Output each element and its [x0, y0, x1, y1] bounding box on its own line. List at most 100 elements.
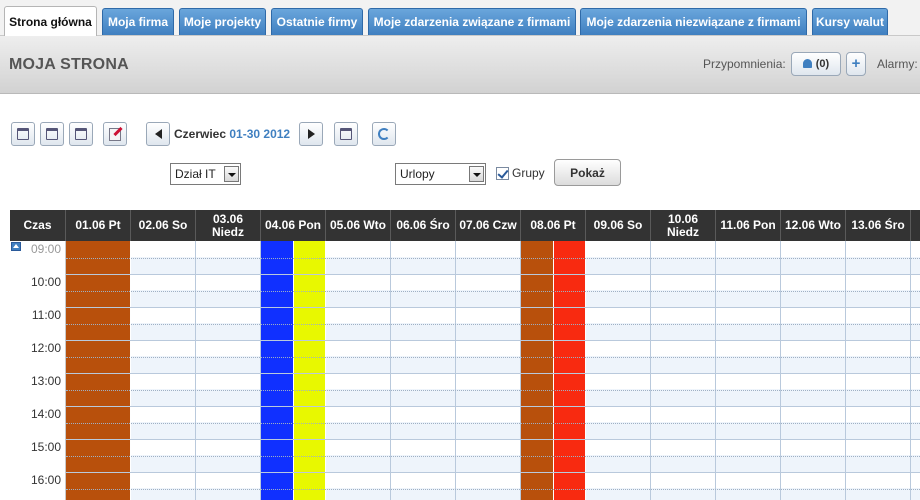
- hour-label: 12:00: [30, 341, 61, 355]
- time-gridline: [66, 439, 920, 440]
- calendar-grid: Czas 01.06 Pt 02.06 So 03.06 Niedz 04.06 Po…: [10, 210, 920, 500]
- calendar-event[interactable]: [293, 241, 326, 500]
- day-header[interactable]: 07.06 Czw: [456, 210, 521, 241]
- day-header[interactable]: 05.06 Wto: [326, 210, 391, 241]
- previous-period-button[interactable]: [146, 122, 170, 146]
- day-header[interactable]: 10.06 Niedz: [651, 210, 716, 241]
- show-button[interactable]: Pokaż: [554, 159, 621, 186]
- day-column[interactable]: [196, 241, 261, 500]
- day-header[interactable]: 11.06 Pon: [716, 210, 781, 241]
- calendar-icon: [340, 128, 352, 140]
- day-header[interactable]: 04.06 Pon: [261, 210, 326, 241]
- time-gridline: [66, 307, 920, 308]
- time-gridline: [66, 274, 920, 275]
- arrow-left-icon: [154, 129, 162, 139]
- tab-my-company[interactable]: Moja firma: [102, 8, 174, 35]
- reminders-count: (0): [815, 58, 830, 70]
- calendar-day-icon: [17, 128, 29, 140]
- time-gridline: [66, 373, 920, 374]
- page-header: MOJA STRONA Przypomnienia: (0) + Alarmy:: [0, 36, 920, 94]
- month-view-button[interactable]: [69, 122, 93, 146]
- category-select[interactable]: Urlopy: [395, 163, 486, 185]
- time-gridline: [66, 324, 920, 325]
- tab-recent-companies[interactable]: Ostatnie firmy: [271, 8, 363, 35]
- time-gridline: [66, 390, 920, 391]
- reminders-button[interactable]: (0): [791, 52, 841, 76]
- day-column[interactable]: [131, 241, 196, 500]
- calendar-event[interactable]: [66, 241, 131, 500]
- day-header[interactable]: 06.06 Śro: [391, 210, 456, 241]
- time-gridline: [66, 258, 920, 259]
- alarms-label: Alarmy:: [877, 57, 918, 71]
- month-name: Czerwiec: [174, 127, 227, 141]
- day-column[interactable]: [391, 241, 456, 500]
- hour-label: 10:00: [30, 275, 61, 289]
- department-select[interactable]: Dział IT: [170, 163, 241, 185]
- time-column: 09:00 10:00 11:00 12:00 13:00 14:00 15:00 16:00: [10, 241, 66, 500]
- tab-non-company-events[interactable]: Moje zdarzenia niezwiązane z firmami: [580, 8, 807, 35]
- day-column[interactable]: [911, 241, 920, 500]
- date-range: 01-30 2012: [229, 127, 291, 141]
- scroll-up-icon[interactable]: [11, 242, 21, 251]
- day-header[interactable]: 12.06 Wto: [781, 210, 846, 241]
- tab-my-projects[interactable]: Moje projekty: [179, 8, 266, 35]
- refresh-icon: [378, 128, 390, 140]
- groups-checkbox[interactable]: [496, 167, 509, 180]
- day-header[interactable]: 09.06 So: [586, 210, 651, 241]
- day-header[interactable]: 02.06 So: [131, 210, 196, 241]
- page-title: MOJA STRONA: [9, 56, 129, 73]
- chevron-down-icon: [469, 166, 484, 182]
- day-header[interactable]: 13.06 Śro: [846, 210, 911, 241]
- time-gridline: [66, 472, 920, 473]
- edit-button[interactable]: [103, 122, 127, 146]
- day-column[interactable]: [716, 241, 781, 500]
- hour-label: 16:00: [30, 473, 61, 487]
- bell-icon: [802, 59, 812, 68]
- day-header[interactable]: 01.06 Pt: [66, 210, 131, 241]
- hour-label: 11:00: [31, 308, 61, 322]
- calendar-body: 09:00 10:00 11:00 12:00 13:00 14:00 15:00 16:00: [10, 241, 920, 500]
- calendar-month-icon: [75, 128, 87, 140]
- calendar-event[interactable]: [553, 241, 586, 500]
- department-value: Dział IT: [175, 167, 216, 181]
- day-header[interactable]: 08.06 Pt: [521, 210, 586, 241]
- reminders-label: Przypomnienia:: [703, 57, 786, 71]
- groups-label: Grupy: [512, 166, 545, 180]
- week-view-button[interactable]: [40, 122, 64, 146]
- calendar-week-icon: [46, 128, 58, 140]
- day-column[interactable]: [586, 241, 651, 500]
- day-column[interactable]: [326, 241, 391, 500]
- day-view-button[interactable]: [11, 122, 35, 146]
- day-column[interactable]: [456, 241, 521, 500]
- hour-label: 13:00: [30, 374, 61, 388]
- time-gridline: [66, 456, 920, 457]
- add-reminder-button[interactable]: +: [846, 52, 866, 76]
- tab-exchange-rates[interactable]: Kursy walut: [812, 8, 888, 35]
- edit-icon: [109, 127, 121, 141]
- day-column[interactable]: [846, 241, 911, 500]
- day-column[interactable]: [781, 241, 846, 500]
- day-header[interactable]: 03.06 Niedz: [196, 210, 261, 241]
- category-value: Urlopy: [400, 167, 435, 181]
- time-column-header: Czas: [10, 210, 66, 241]
- time-gridline: [66, 340, 920, 341]
- calendar-picker-button[interactable]: [334, 122, 358, 146]
- main-tab-bar: Strona główna Moja firma Moje projekty O…: [0, 0, 920, 36]
- refresh-button[interactable]: [372, 122, 396, 146]
- period-label: Czerwiec 01-30 2012: [174, 127, 290, 141]
- time-gridline: [66, 489, 920, 490]
- day-header[interactable]: 14: [911, 210, 920, 241]
- tab-home[interactable]: Strona główna: [4, 6, 97, 36]
- time-gridline: [66, 291, 920, 292]
- hour-label: 09:00: [30, 242, 61, 256]
- chevron-down-icon: [224, 166, 239, 182]
- hour-label: 15:00: [30, 440, 61, 454]
- day-column[interactable]: [651, 241, 716, 500]
- arrow-right-icon: [307, 129, 315, 139]
- next-period-button[interactable]: [299, 122, 323, 146]
- calendar-event[interactable]: [521, 241, 554, 500]
- time-gridline: [66, 406, 920, 407]
- calendar-event[interactable]: [261, 241, 294, 500]
- time-gridline: [66, 423, 920, 424]
- tab-company-events[interactable]: Moje zdarzenia związane z firmami: [368, 8, 576, 35]
